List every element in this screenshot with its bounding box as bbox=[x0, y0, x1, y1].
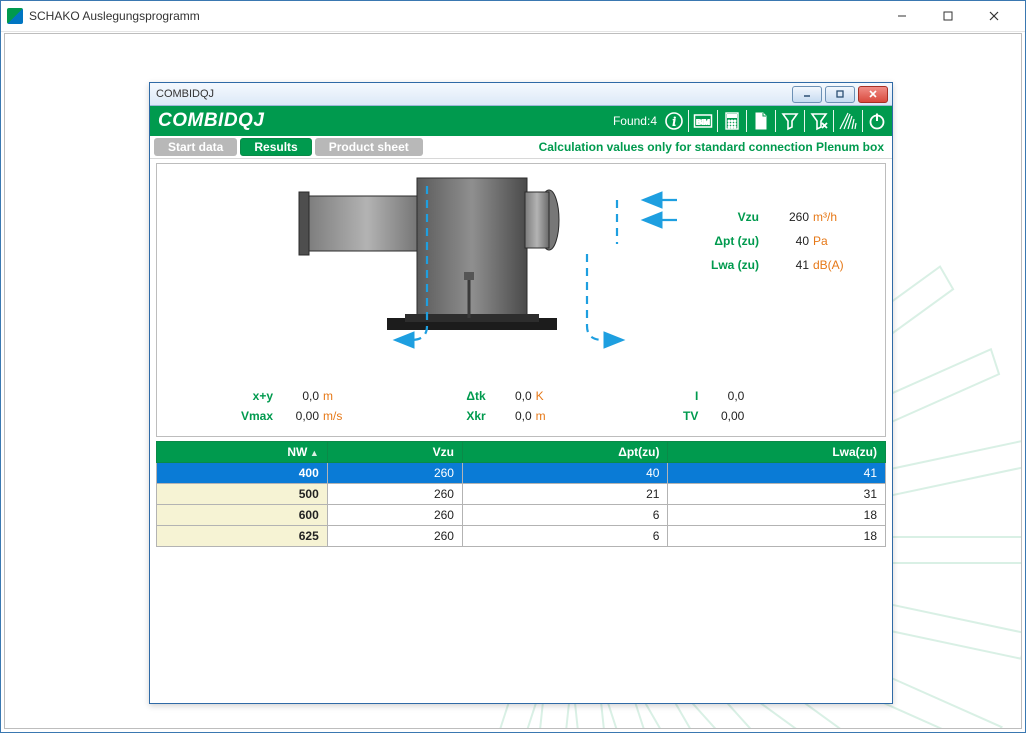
table-row[interactable]: 5002602131 bbox=[157, 484, 886, 505]
tab-results[interactable]: Results bbox=[240, 138, 311, 156]
value-row-lwa: Lwa (zu) 41 dB(A) bbox=[679, 258, 869, 272]
bim-icon: BIM bbox=[693, 111, 713, 131]
calc-note: Calculation values only for standard con… bbox=[426, 140, 892, 154]
results-table[interactable]: NW Vzu Δpt(zu) Lwa(zu) 40026040415002602… bbox=[156, 441, 886, 547]
side-values: Vzu 260 m³/h Δpt (zu) 40 Pa Lwa (zu) 41 … bbox=[679, 210, 869, 282]
close-icon bbox=[989, 11, 999, 21]
dialog-close-button[interactable] bbox=[858, 86, 888, 103]
calculator-button[interactable] bbox=[721, 110, 743, 132]
fan-icon bbox=[838, 111, 858, 131]
app-titlebar: SCHAKO Auslegungsprogramm bbox=[1, 1, 1025, 32]
product-name: COMBIDQJ bbox=[158, 110, 613, 132]
product-dialog: COMBIDQJ COMBIDQJ Found:4 bbox=[149, 82, 893, 704]
document-icon bbox=[751, 111, 771, 131]
filter-clear-icon bbox=[809, 111, 829, 131]
bim-button[interactable]: BIM bbox=[692, 110, 714, 132]
close-icon bbox=[868, 89, 878, 99]
minimize-icon bbox=[802, 89, 812, 99]
value-row-xy: x+y 0,0 m bbox=[217, 386, 430, 406]
value-row-dtk: Δtk 0,0 K bbox=[430, 386, 643, 406]
tabs-row: Start data Results Product sheet Calcula… bbox=[150, 136, 892, 159]
value-row-vzu: Vzu 260 m³/h bbox=[679, 210, 869, 224]
info-icon: i bbox=[664, 111, 684, 131]
dialog-minimize-button[interactable] bbox=[792, 86, 822, 103]
power-button[interactable] bbox=[866, 110, 888, 132]
minimize-button[interactable] bbox=[879, 1, 925, 31]
fan-button[interactable] bbox=[837, 110, 859, 132]
bottom-values: x+y 0,0 m Vmax 0,00 m/s Δtk bbox=[157, 386, 885, 430]
dialog-maximize-button[interactable] bbox=[825, 86, 855, 103]
table-row[interactable]: 4002604041 bbox=[157, 463, 886, 484]
filter-clear-button[interactable] bbox=[808, 110, 830, 132]
col-header-nw[interactable]: NW bbox=[157, 442, 328, 463]
dialog-titlebar: COMBIDQJ bbox=[150, 83, 892, 106]
dialog-title: COMBIDQJ bbox=[156, 88, 214, 100]
table-row[interactable]: 600260618 bbox=[157, 505, 886, 526]
document-button[interactable] bbox=[750, 110, 772, 132]
filter-icon bbox=[780, 111, 800, 131]
maximize-button[interactable] bbox=[925, 1, 971, 31]
svg-text:i: i bbox=[672, 114, 676, 129]
results-panel: Vzu 260 m³/h Δpt (zu) 40 Pa Lwa (zu) 41 … bbox=[156, 163, 886, 437]
toolbar: i BIM bbox=[663, 110, 888, 132]
app-logo-icon bbox=[7, 8, 23, 24]
minimize-icon bbox=[897, 11, 907, 21]
value-row-xkr: Xkr 0,0 m bbox=[430, 406, 643, 426]
value-row-tv: TV 0,00 bbox=[642, 406, 855, 426]
col-header-dpt[interactable]: Δpt(zu) bbox=[462, 442, 668, 463]
tab-product-sheet[interactable]: Product sheet bbox=[315, 138, 423, 156]
close-button[interactable] bbox=[971, 1, 1017, 31]
app-window: SCHAKO Auslegungsprogramm bbox=[0, 0, 1026, 733]
value-row-i: I 0,0 bbox=[642, 386, 855, 406]
app-body: COMBIDQJ COMBIDQJ Found:4 bbox=[4, 33, 1022, 729]
power-icon bbox=[867, 111, 887, 131]
col-header-lwa[interactable]: Lwa(zu) bbox=[668, 442, 886, 463]
col-header-vzu[interactable]: Vzu bbox=[327, 442, 462, 463]
info-button[interactable]: i bbox=[663, 110, 685, 132]
filter-button[interactable] bbox=[779, 110, 801, 132]
calculator-icon bbox=[722, 111, 742, 131]
maximize-icon bbox=[835, 89, 845, 99]
value-row-vmax: Vmax 0,00 m/s bbox=[217, 406, 430, 426]
found-label: Found:4 bbox=[613, 114, 657, 128]
svg-text:BIM: BIM bbox=[696, 117, 710, 126]
value-row-dpt: Δpt (zu) 40 Pa bbox=[679, 234, 869, 248]
product-header: COMBIDQJ Found:4 i BIM bbox=[150, 106, 892, 136]
app-title: SCHAKO Auslegungsprogramm bbox=[29, 9, 879, 23]
maximize-icon bbox=[943, 11, 953, 21]
table-row[interactable]: 625260618 bbox=[157, 526, 886, 547]
device-illustration bbox=[237, 168, 637, 368]
tab-start-data[interactable]: Start data bbox=[154, 138, 237, 156]
